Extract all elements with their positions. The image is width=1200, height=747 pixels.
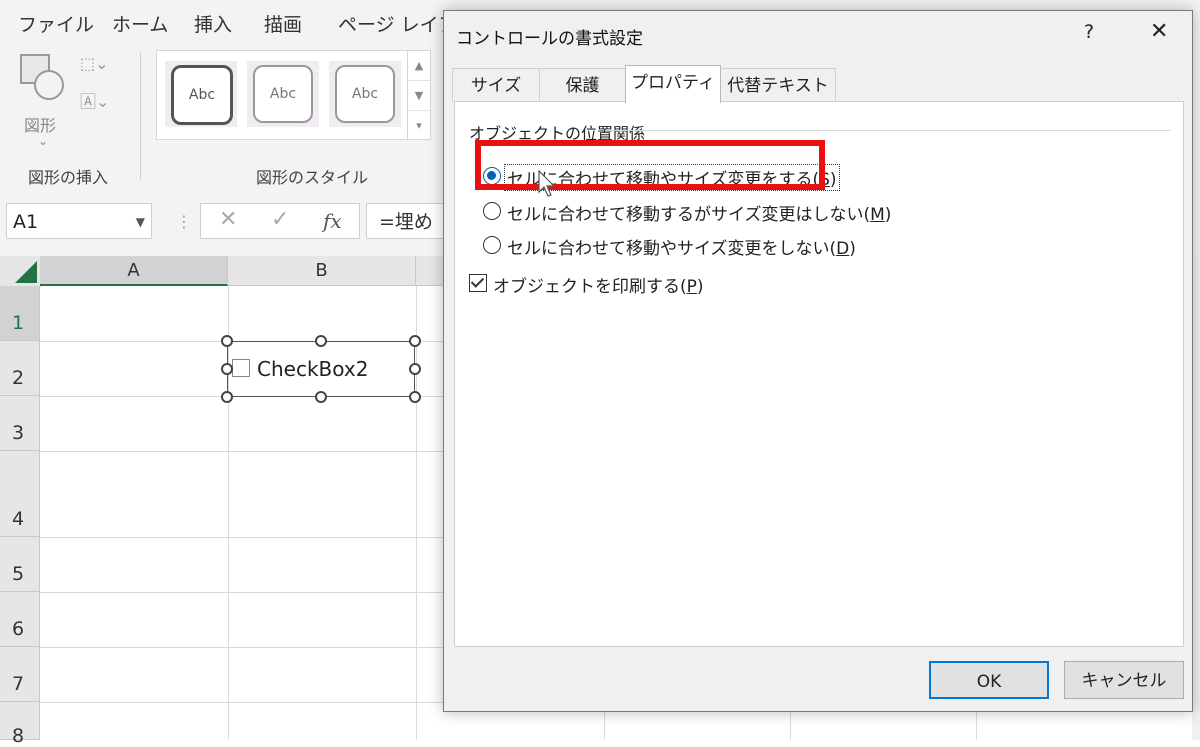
edit-shape-icon[interactable]: ⬚⌄ [80, 54, 109, 73]
row-header-2[interactable]: 2 [0, 341, 40, 396]
more-icon: ⋮ [176, 212, 192, 231]
row-header-4[interactable]: 4 [0, 451, 40, 537]
shape-style-swatch[interactable]: Abc [165, 61, 237, 127]
resize-handle-top-left[interactable] [221, 335, 233, 347]
tab-draw[interactable]: 描画 [264, 10, 302, 37]
help-button[interactable]: ? [1084, 21, 1094, 43]
grid-line [416, 286, 417, 740]
chevron-down-icon: ⌄ [38, 134, 49, 148]
formula-input[interactable]: =埋め [366, 203, 446, 239]
select-all-button[interactable] [0, 256, 41, 287]
tab-properties[interactable]: プロパティ [625, 65, 721, 103]
row-header-5[interactable]: 5 [0, 537, 40, 592]
gallery-scroll: ▲ ▼ ▾ [407, 50, 431, 140]
cancel-icon[interactable]: ✕ [219, 207, 237, 232]
resize-handle-right[interactable] [409, 363, 421, 375]
name-box-value: A1 [13, 211, 39, 233]
resize-handle-bottom-left[interactable] [221, 391, 233, 403]
gallery-more-icon[interactable]: ▾ [408, 111, 430, 140]
swatch-label: Abc [171, 65, 233, 125]
checkbox-label: オブジェクトを印刷する(P) [493, 277, 704, 297]
format-control-dialog: コントロールの書式設定 ? ✕ サイズ 保護 プロパティ 代替テキスト オブジェ… [443, 10, 1193, 712]
highlight-box [475, 140, 825, 190]
shapes-button[interactable]: 図形 ⌄ [20, 54, 72, 148]
resize-handle-bottom[interactable] [315, 391, 327, 403]
row-number: 7 [12, 673, 25, 695]
insert-function-icon[interactable]: fx [323, 209, 342, 233]
tab-home[interactable]: ホーム [112, 10, 168, 37]
row-number: 1 [12, 312, 25, 334]
text-box-icon[interactable]: 🄰⌄ [80, 88, 109, 112]
resize-handle-top-right[interactable] [409, 335, 421, 347]
resize-handle-bottom-right[interactable] [409, 391, 421, 403]
column-header-a[interactable]: A [40, 256, 228, 286]
row-header-7[interactable]: 7 [0, 647, 40, 702]
section-divider [605, 130, 1171, 131]
tab-alt-text[interactable]: 代替テキスト [720, 68, 836, 102]
group-label-shape-styles: 図形のスタイル [256, 168, 369, 187]
row-header-1[interactable]: 1 [0, 286, 40, 341]
circle-shape-icon [34, 70, 64, 100]
shape-style-swatch[interactable]: Abc [247, 61, 319, 127]
checkbox-control-label[interactable]: CheckBox2 [257, 357, 368, 381]
column-header-b[interactable]: B [228, 256, 416, 286]
row-number: 4 [12, 508, 25, 530]
row-header-6[interactable]: 6 [0, 592, 40, 647]
swatch-label: Abc [335, 65, 395, 123]
group-divider [140, 52, 141, 180]
resize-handle-left[interactable] [221, 363, 233, 375]
swatch-label: Abc [253, 65, 313, 123]
close-icon[interactable]: ✕ [1150, 19, 1168, 44]
ok-button[interactable]: OK [929, 661, 1049, 699]
radio-label: セルに合わせて移動するがサイズ変更はしない(M) [507, 205, 892, 225]
tab-file[interactable]: ファイル [18, 10, 94, 37]
tab-protection[interactable]: 保護 [539, 68, 626, 102]
dialog-title: コントロールの書式設定 [456, 29, 643, 49]
group-label-insert-shapes: 図形の挿入 [28, 168, 109, 187]
mouse-cursor-icon [538, 170, 556, 197]
radio-label: セルに合わせて移動やサイズ変更をしない(D) [507, 239, 856, 259]
shape-style-gallery: Abc Abc Abc [156, 50, 408, 140]
gallery-up-icon[interactable]: ▲ [408, 51, 430, 81]
row-header-3[interactable]: 3 [0, 396, 40, 451]
tab-insert[interactable]: 挿入 [194, 10, 232, 37]
row-number: 2 [12, 367, 25, 389]
cancel-button[interactable]: キャンセル [1064, 661, 1184, 699]
row-number: 6 [12, 618, 25, 640]
row-number: 8 [12, 725, 25, 747]
vertical-scrollbar[interactable] [1192, 256, 1200, 740]
radio-button[interactable] [483, 202, 501, 220]
print-object-checkbox[interactable] [469, 274, 487, 292]
shapes-button-label: 図形 [24, 116, 57, 135]
radio-button[interactable] [483, 236, 501, 254]
gallery-down-icon[interactable]: ▼ [408, 81, 430, 111]
enter-icon[interactable]: ✓ [271, 207, 289, 232]
row-number: 5 [12, 563, 25, 585]
row-number: 3 [12, 422, 25, 444]
chevron-down-icon[interactable]: ▼ [136, 204, 145, 240]
resize-handle-top[interactable] [315, 335, 327, 347]
formula-buttons: ✕ ✓ fx [200, 203, 360, 239]
name-box[interactable]: A1 ▼ [6, 203, 152, 239]
tab-size[interactable]: サイズ [452, 68, 540, 102]
shape-style-swatch[interactable]: Abc [329, 61, 401, 127]
checkbox-control-box[interactable] [232, 359, 250, 377]
row-header-8[interactable]: 8 [0, 702, 40, 747]
